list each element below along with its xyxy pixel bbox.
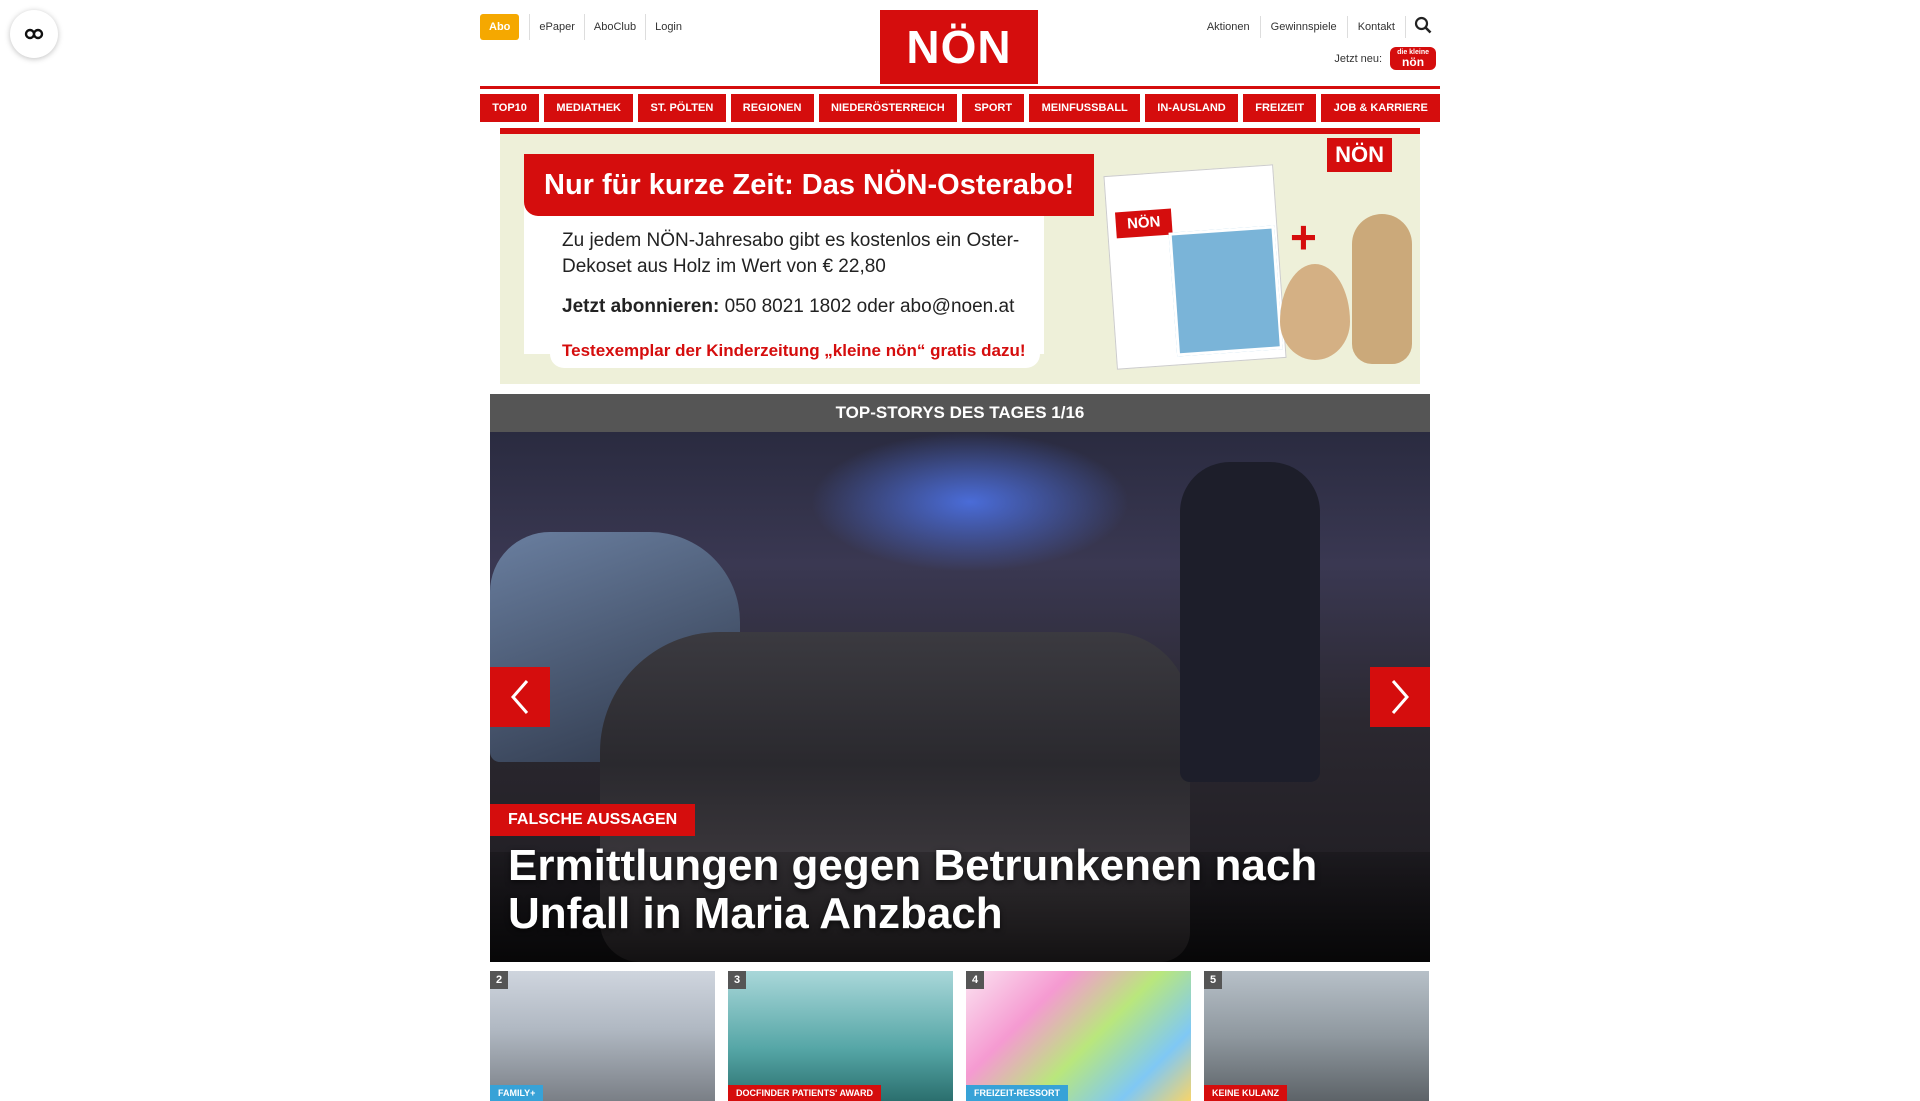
login-link[interactable]: Login <box>645 14 691 40</box>
ad-magazines-image: NÖN <box>1103 164 1287 370</box>
story-thumbnails: 2 FAMILY+ 3 DOCFINDER PATIENTS' AWARD 4 … <box>490 971 1430 1101</box>
nav-item-sport[interactable]: SPORT <box>961 94 1025 122</box>
page: Abo ePaper AboClub Login NÖN Aktionen Ge… <box>480 0 1441 1101</box>
site-header: Abo ePaper AboClub Login NÖN Aktionen Ge… <box>480 0 1440 89</box>
jetzt-neu-label: Jetzt neu: <box>1334 52 1383 65</box>
nav-item-meinfussball[interactable]: MEINFUSSBALL <box>1029 94 1141 122</box>
ad-headline: Nur für kurze Zeit: Das NÖN-Osterabo! <box>524 154 1094 216</box>
ad-free-line: Testexemplar der Kinderzeitung „kleine n… <box>550 334 1040 368</box>
kleine-noen-logo-text: nön <box>1402 55 1425 69</box>
nav-item-niederoesterreich[interactable]: NIEDERÖSTERREICH <box>818 94 957 122</box>
ad-banner[interactable]: Nur für kurze Zeit: Das NÖN-Osterabo! Zu… <box>500 128 1420 384</box>
site-logo[interactable]: NÖN <box>880 10 1038 84</box>
ad-cta: Jetzt abonnieren: 050 8021 1802 oder abo… <box>562 296 1014 318</box>
nav-item-st-poelten[interactable]: ST. PÖLTEN <box>638 94 726 122</box>
story-thumb-number: 3 <box>728 971 746 989</box>
ad-magazine-cover <box>1168 225 1283 357</box>
ad-logo: NÖN <box>1327 138 1392 172</box>
jetzt-neu: Jetzt neu: die kleine nön <box>1334 47 1436 70</box>
story-thumb-tag: FAMILY+ <box>490 1085 544 1101</box>
kleine-noen-logo[interactable]: die kleine nön <box>1390 47 1436 70</box>
story-thumb-tag: FREIZEIT-RESSORT <box>966 1085 1069 1101</box>
hero-kicker: FALSCHE AUSSAGEN <box>490 804 696 836</box>
nav-item-top10[interactable]: TOP10 <box>480 94 540 122</box>
nav-item-in-ausland[interactable]: IN-AUSLAND <box>1145 94 1239 122</box>
top-stories-heading: TOP-STORYS DES TAGES 1/16 <box>490 394 1430 432</box>
story-thumb[interactable]: 4 FREIZEIT-RESSORT <box>966 971 1191 1101</box>
easter-egg-image <box>1280 264 1350 360</box>
search-button[interactable] <box>1406 12 1440 41</box>
story-thumb[interactable]: 3 DOCFINDER PATIENTS' AWARD <box>728 971 953 1101</box>
story-thumb-tag: DOCFINDER PATIENTS' AWARD <box>728 1085 881 1101</box>
prev-story-button[interactable] <box>490 667 550 727</box>
aktionen-link[interactable]: Aktionen <box>1197 15 1261 38</box>
next-story-button[interactable] <box>1370 667 1430 727</box>
story-thumb-number: 2 <box>490 971 508 989</box>
search-icon <box>1414 16 1432 34</box>
hero-image-light <box>810 432 1130 572</box>
accessibility-icon <box>24 28 44 40</box>
chevron-left-icon <box>511 680 529 714</box>
aboclub-link[interactable]: AboClub <box>583 14 645 40</box>
top-right-links: Aktionen Gewinnspiele Kontakt <box>1197 12 1440 41</box>
gewinnspiele-link[interactable]: Gewinnspiele <box>1261 15 1348 38</box>
hero-story[interactable]: FALSCHE AUSSAGEN Ermittlungen gegen Betr… <box>490 432 1430 962</box>
nav-item-freizeit[interactable]: FREIZEIT <box>1243 94 1317 122</box>
nav-item-job-karriere[interactable]: JOB & KARRIERE <box>1321 94 1441 122</box>
ad-cta-contact: 050 8021 1802 oder abo@noen.at <box>724 296 1015 317</box>
story-thumb-tag: KEINE KULANZ <box>1204 1085 1287 1101</box>
easter-bunny-image <box>1352 214 1412 364</box>
ad-magazine-logo: NÖN <box>1114 208 1173 239</box>
story-thumb[interactable]: 5 KEINE KULANZ <box>1204 971 1429 1101</box>
story-thumb[interactable]: 2 FAMILY+ <box>490 971 715 1101</box>
chevron-right-icon <box>1391 680 1409 714</box>
story-thumb-number: 4 <box>966 971 984 989</box>
top-stories: TOP-STORYS DES TAGES 1/16 FALSCHE AUSSAG… <box>490 394 1430 1101</box>
ad-text: Zu jedem NÖN-Jahresabo gibt es kostenlos… <box>562 230 1020 277</box>
abo-button[interactable]: Abo <box>480 14 520 40</box>
main-nav: TOP10 MEDIATHEK ST. PÖLTEN REGIONEN NIED… <box>480 94 1441 122</box>
hero-image-officer <box>1180 462 1320 782</box>
epaper-link[interactable]: ePaper <box>529 14 583 40</box>
kontakt-link[interactable]: Kontakt <box>1348 15 1406 38</box>
accessibility-button[interactable] <box>10 10 58 58</box>
hero-title[interactable]: Ermittlungen gegen Betrunkenen nach Unfa… <box>508 842 1400 938</box>
story-thumb-number: 5 <box>1204 971 1222 989</box>
nav-item-mediathek[interactable]: MEDIATHEK <box>544 94 634 122</box>
nav-item-regionen[interactable]: REGIONEN <box>730 94 814 122</box>
ad-cta-label: Jetzt abonnieren: <box>562 296 720 317</box>
plus-icon: + <box>1290 211 1317 263</box>
top-left-links: Abo ePaper AboClub Login <box>480 14 691 40</box>
